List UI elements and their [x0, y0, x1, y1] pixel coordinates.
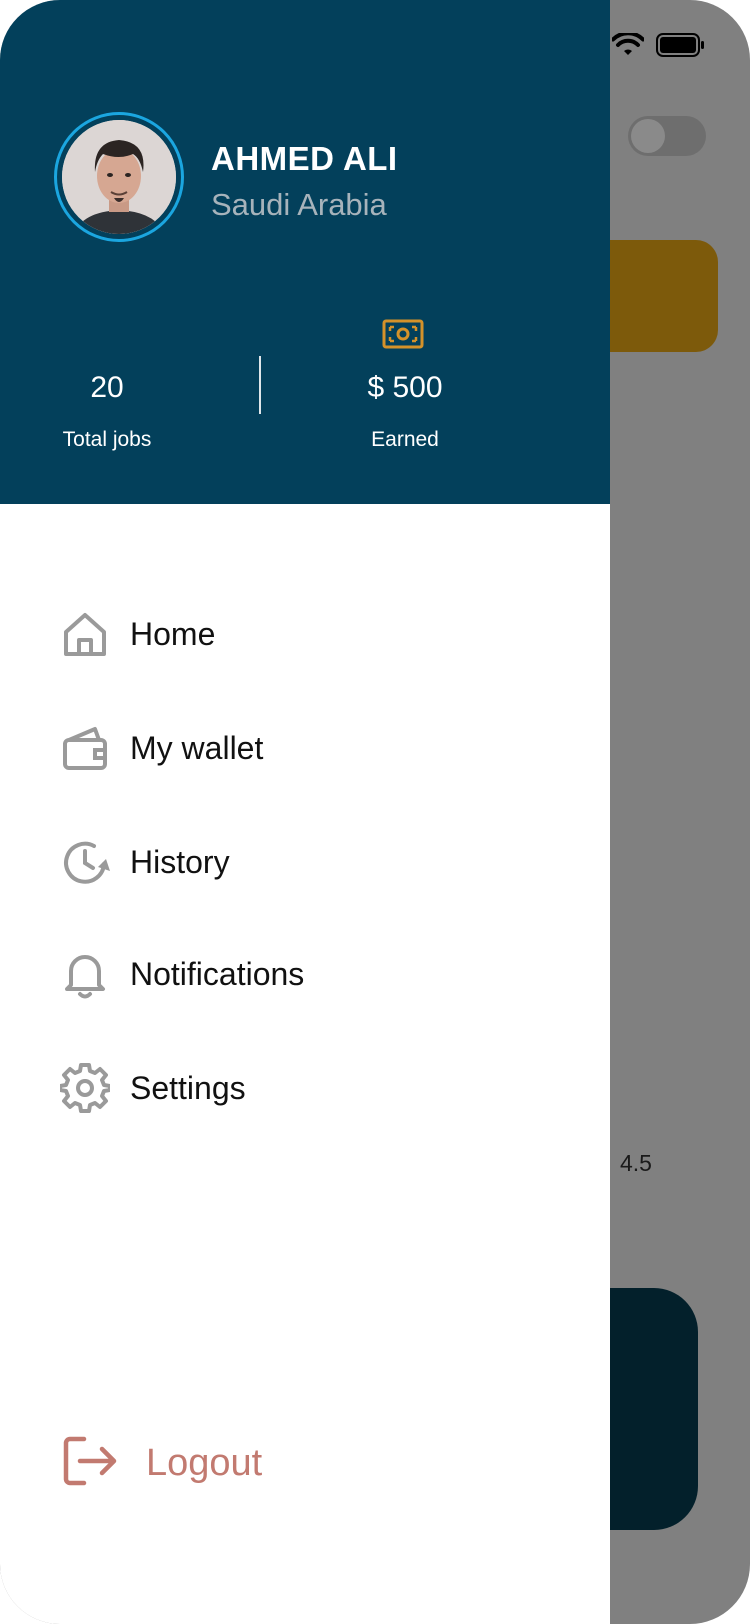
logout-icon [62, 1435, 118, 1492]
bell-icon [60, 949, 110, 999]
menu-item-label: Settings [130, 1069, 246, 1106]
user-country: Saudi Arabia [211, 187, 387, 222]
toggle-knob [631, 119, 665, 153]
total-jobs-label: Total jobs [62, 428, 152, 451]
stats-divider [259, 356, 261, 414]
wifi-icon [612, 33, 644, 55]
menu-item-settings[interactable]: Settings [60, 1058, 246, 1118]
background-rating: 4.5 [620, 1150, 652, 1176]
drawer-header: AHMED ALI Saudi Arabia 20 Total jobs $ 5… [0, 0, 610, 504]
wallet-icon [60, 723, 110, 773]
total-jobs-value: 20 [90, 371, 124, 404]
earned-stat: $ 500 Earned [330, 368, 480, 452]
avatar-ring[interactable] [54, 112, 184, 242]
menu-item-home[interactable]: Home [60, 604, 215, 664]
menu-item-label: Home [130, 615, 216, 652]
avatar [62, 120, 176, 234]
history-icon [60, 837, 110, 887]
menu-item-label: History [130, 843, 230, 880]
menu-item-notifications[interactable]: Notifications [60, 944, 304, 1004]
screen: 4.5 AHMED ALI Saudi Arabia 20 Total jobs… [0, 0, 750, 1624]
earned-label: Earned [371, 428, 439, 451]
background-toggle[interactable] [628, 116, 706, 156]
battery-icon [656, 33, 704, 57]
money-icon [382, 319, 424, 349]
gear-icon [60, 1063, 110, 1113]
menu-item-wallet[interactable]: My wallet [60, 718, 263, 778]
logout-label: Logout [146, 1441, 263, 1484]
earned-value: $ 500 [367, 371, 443, 404]
user-name: AHMED ALI [211, 140, 398, 177]
user-avatar-photo [62, 120, 176, 234]
menu-item-label: Notifications [130, 955, 305, 992]
menu-item-history[interactable]: History [60, 832, 230, 892]
navigation-drawer: AHMED ALI Saudi Arabia 20 Total jobs $ 5… [0, 0, 610, 1624]
menu-item-label: My wallet [130, 729, 264, 766]
total-jobs-stat: 20 Total jobs [40, 368, 174, 452]
logout-button[interactable]: Logout [62, 1433, 262, 1493]
home-icon [60, 609, 110, 659]
status-bar [612, 30, 706, 60]
